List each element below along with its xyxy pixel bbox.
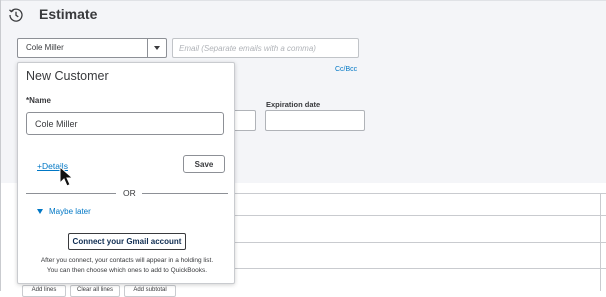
name-label: *Name <box>26 96 51 105</box>
email-input[interactable] <box>172 38 359 58</box>
customer-dropdown[interactable]: Cole Miller <box>17 38 167 58</box>
date-field[interactable] <box>232 110 256 131</box>
caret-down-icon <box>37 209 43 215</box>
table-row-divider <box>234 215 606 216</box>
expiration-date-field[interactable] <box>265 110 365 131</box>
cc-bcc-link[interactable]: Cc/Bcc <box>335 66 357 73</box>
or-divider-right <box>142 193 228 194</box>
panel-title: New Customer <box>26 69 109 83</box>
history-icon[interactable] <box>8 7 24 23</box>
table-row-divider <box>234 193 606 194</box>
expiration-date-label: Expiration date <box>266 100 321 109</box>
dropdown-divider <box>147 39 148 57</box>
or-divider-left <box>26 193 116 194</box>
top-border <box>0 0 606 1</box>
add-subtotal-button[interactable]: Add subtotal <box>124 285 176 297</box>
footnote-line: After you connect, your contacts will ap… <box>40 257 214 264</box>
new-customer-panel: New Customer *Name +Details Save OR Mayb… <box>17 62 235 284</box>
gmail-footnote: After you connect, your contacts will ap… <box>24 256 230 276</box>
page-title: Estimate <box>39 6 98 22</box>
or-label: OR <box>120 188 139 198</box>
maybe-later-label: Maybe later <box>49 207 91 216</box>
maybe-later-toggle[interactable]: Maybe later <box>37 207 91 216</box>
add-lines-button[interactable]: Add lines <box>22 285 66 297</box>
save-button[interactable]: Save <box>183 155 225 173</box>
table-right-border <box>600 193 601 291</box>
name-input[interactable] <box>26 112 224 135</box>
customer-dropdown-value: Cole Miller <box>26 43 64 52</box>
table-row-divider <box>234 268 606 269</box>
footnote-line: You can then choose which ones to add to… <box>46 267 208 274</box>
mouse-pointer-icon <box>59 166 74 187</box>
clear-all-lines-button[interactable]: Clear all lines <box>70 285 120 297</box>
connect-gmail-button[interactable]: Connect your Gmail account <box>68 233 186 250</box>
table-row-divider <box>234 242 606 243</box>
chevron-down-icon[interactable] <box>154 46 160 50</box>
left-border <box>0 0 1 291</box>
